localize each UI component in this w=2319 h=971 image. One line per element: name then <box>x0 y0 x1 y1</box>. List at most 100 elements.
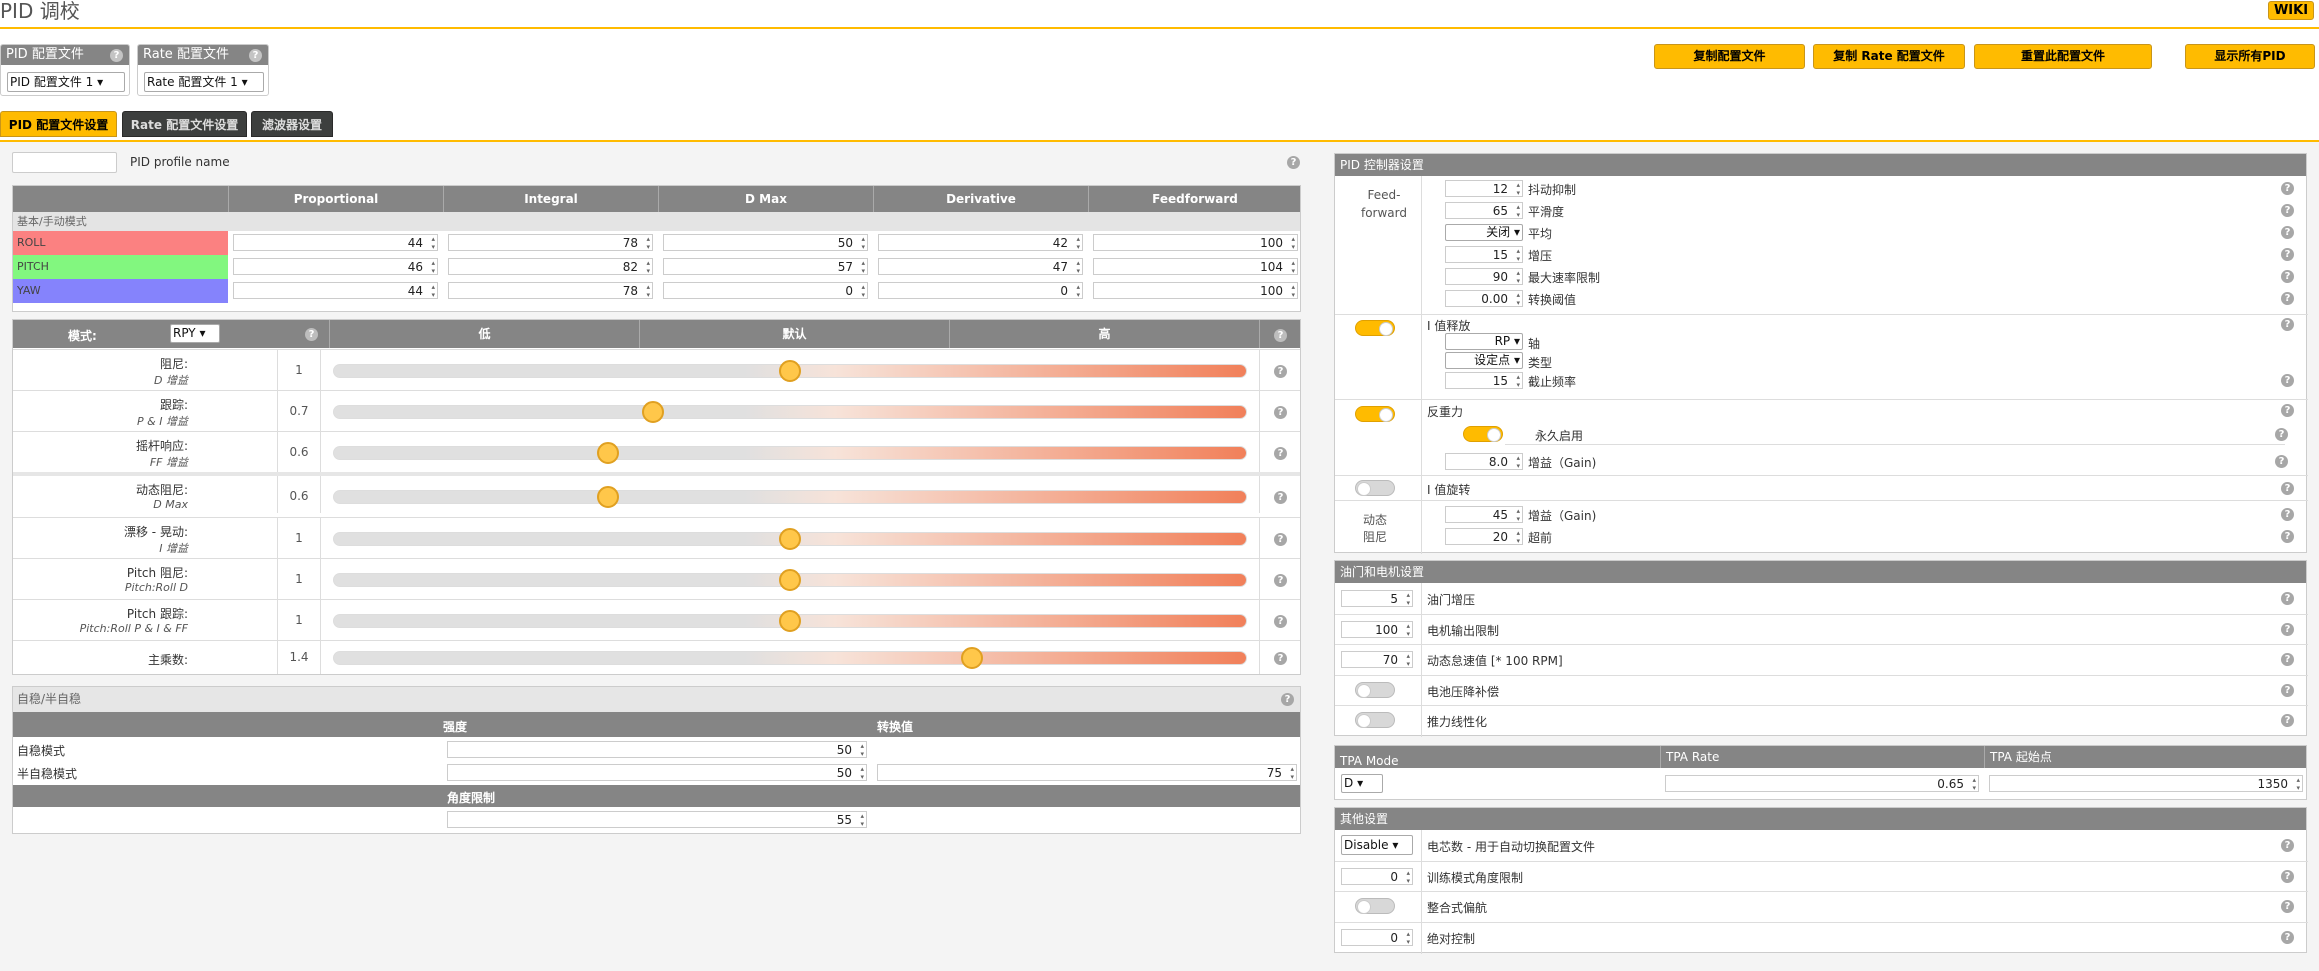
slider-thumb[interactable] <box>961 647 984 669</box>
pid-input-derivative[interactable]: 42 <box>878 234 1083 251</box>
help-icon[interactable]: ? <box>2281 204 2294 217</box>
show-all-pids-button[interactable]: 显示所有PID <box>2185 44 2315 69</box>
help-icon[interactable]: ? <box>2281 930 2294 944</box>
pid-profile-select[interactable]: PID 配置文件 1 ▾ <box>7 72 125 92</box>
anti-gravity-gain-input[interactable]: 8.0 <box>1445 453 1523 470</box>
rate-profile-select[interactable]: Rate 配置文件 1 ▾ <box>144 72 264 92</box>
pid-input-integral[interactable]: 82 <box>448 258 653 275</box>
angle-limit-input[interactable]: 55 <box>447 811 867 828</box>
slider-thumb[interactable] <box>779 609 801 632</box>
help-icon[interactable]: ? <box>1274 490 1287 504</box>
help-icon[interactable]: ? <box>2281 508 2294 521</box>
help-icon[interactable]: ? <box>2275 428 2288 441</box>
help-icon[interactable]: ? <box>2281 248 2294 261</box>
pid-input-derivative[interactable]: 47 <box>878 258 1083 275</box>
help-icon[interactable]: ? <box>1274 405 1287 419</box>
motor-input[interactable]: 5 <box>1341 590 1413 607</box>
help-icon[interactable]: ? <box>2281 839 2294 852</box>
pid-input-proportional[interactable]: 44 <box>233 234 438 251</box>
i-relax-cutoff-input[interactable]: 15 <box>1445 372 1523 389</box>
tpa-mode-select[interactable]: D ▾ <box>1341 774 1383 793</box>
help-icon[interactable]: ? <box>2281 482 2294 495</box>
help-icon[interactable]: ? <box>2281 226 2294 239</box>
slider-thumb[interactable] <box>779 527 801 550</box>
help-icon[interactable]: ? <box>2281 404 2294 417</box>
pid-input-d-max[interactable]: 0 <box>663 282 868 299</box>
help-icon[interactable]: ? <box>305 328 318 341</box>
motor-toggle[interactable] <box>1355 712 1395 728</box>
motor-input[interactable]: 100 <box>1341 620 1413 638</box>
slider-track[interactable] <box>333 647 1247 669</box>
help-icon[interactable]: ? <box>2281 653 2294 666</box>
dyn-damp-advance-input[interactable]: 20 <box>1445 528 1523 545</box>
wiki-button[interactable]: WIKI <box>2268 1 2314 20</box>
ff-input[interactable]: 90 <box>1445 268 1523 285</box>
horizon-strength-input[interactable]: 50 <box>447 764 867 781</box>
help-icon[interactable]: ? <box>1274 446 1287 460</box>
help-icon[interactable]: ? <box>2281 900 2294 913</box>
help-icon[interactable]: ? <box>1281 693 1294 706</box>
ff-averaging-select[interactable]: 关闭 ▾ <box>1445 224 1523 241</box>
copy-rate-profile-button[interactable]: 复制 Rate 配置文件 <box>1813 44 1965 69</box>
help-icon[interactable]: ? <box>1274 364 1287 378</box>
help-icon[interactable]: ? <box>2281 592 2294 605</box>
pid-input-d-max[interactable]: 57 <box>663 258 868 275</box>
slider-thumb[interactable] <box>642 400 665 423</box>
dyn-damp-gain-input[interactable]: 45 <box>1445 506 1523 523</box>
help-icon[interactable]: ? <box>1274 614 1287 628</box>
pid-input-integral[interactable]: 78 <box>448 282 653 299</box>
ff-input[interactable]: 15 <box>1445 246 1523 263</box>
tab-rate-profile[interactable]: Rate 配置文件设置 <box>122 111 247 137</box>
cell-count-select[interactable]: Disable ▾ <box>1341 835 1413 855</box>
help-icon[interactable]: ? <box>2281 530 2294 543</box>
slider-track[interactable] <box>333 359 1247 382</box>
help-icon[interactable]: ? <box>1274 652 1287 665</box>
slider-track[interactable] <box>333 485 1247 508</box>
slider-thumb[interactable] <box>779 359 801 382</box>
copy-profile-button[interactable]: 复制配置文件 <box>1654 44 1805 69</box>
tab-filter[interactable]: 滤波器设置 <box>251 111 333 137</box>
slider-track[interactable] <box>333 400 1247 423</box>
reset-profile-button[interactable]: 重置此配置文件 <box>1974 44 2152 69</box>
horizon-transition-input[interactable]: 75 <box>877 764 1297 781</box>
help-icon[interactable]: ? <box>2281 714 2294 727</box>
pid-input-d-max[interactable]: 50 <box>663 234 868 251</box>
slider-thumb[interactable] <box>779 568 801 591</box>
help-icon[interactable]: ? <box>2281 182 2294 195</box>
pid-input-proportional[interactable]: 44 <box>233 282 438 299</box>
misc-input[interactable]: 0 <box>1341 867 1413 885</box>
help-icon[interactable]: ? <box>2275 455 2288 468</box>
slider-track[interactable] <box>333 441 1247 464</box>
slider-thumb[interactable] <box>596 441 619 464</box>
misc-input[interactable]: 0 <box>1341 928 1413 946</box>
help-icon[interactable]: ? <box>1274 329 1287 342</box>
pid-profile-name-input[interactable] <box>12 152 117 173</box>
slider-thumb[interactable] <box>596 485 619 508</box>
help-icon[interactable]: ? <box>1274 532 1287 546</box>
pid-input-feedforward[interactable]: 100 <box>1093 234 1298 251</box>
help-icon[interactable]: ? <box>1274 573 1287 587</box>
i-relax-toggle[interactable] <box>1355 320 1395 336</box>
slider-track[interactable] <box>333 609 1247 632</box>
pid-input-proportional[interactable]: 46 <box>233 258 438 275</box>
help-icon[interactable]: ? <box>2281 270 2294 283</box>
help-icon[interactable]: ? <box>2281 683 2294 697</box>
slider-track[interactable] <box>333 568 1247 591</box>
i-relax-axis-select[interactable]: RP ▾ <box>1445 333 1523 350</box>
help-icon[interactable]: ? <box>1287 156 1300 169</box>
pid-input-feedforward[interactable]: 100 <box>1093 282 1298 299</box>
help-icon[interactable]: ? <box>2281 318 2294 331</box>
ff-input[interactable]: 0.00 <box>1445 290 1523 307</box>
help-icon[interactable]: ? <box>2281 374 2294 387</box>
help-icon[interactable]: ? <box>2281 622 2294 636</box>
motor-input[interactable]: 70 <box>1341 651 1413 668</box>
tab-pid-profile[interactable]: PID 配置文件设置 <box>0 111 117 137</box>
tpa-breakpoint-input[interactable]: 1350 <box>1989 775 2303 792</box>
misc-toggle[interactable] <box>1355 898 1395 914</box>
i-relax-type-select[interactable]: 设定点 ▾ <box>1445 352 1523 369</box>
angle-strength-input[interactable]: 50 <box>447 741 867 758</box>
motor-toggle[interactable] <box>1355 681 1395 698</box>
pid-input-derivative[interactable]: 0 <box>878 282 1083 299</box>
help-icon[interactable]: ? <box>2281 292 2294 305</box>
help-icon[interactable]: ? <box>110 49 123 62</box>
